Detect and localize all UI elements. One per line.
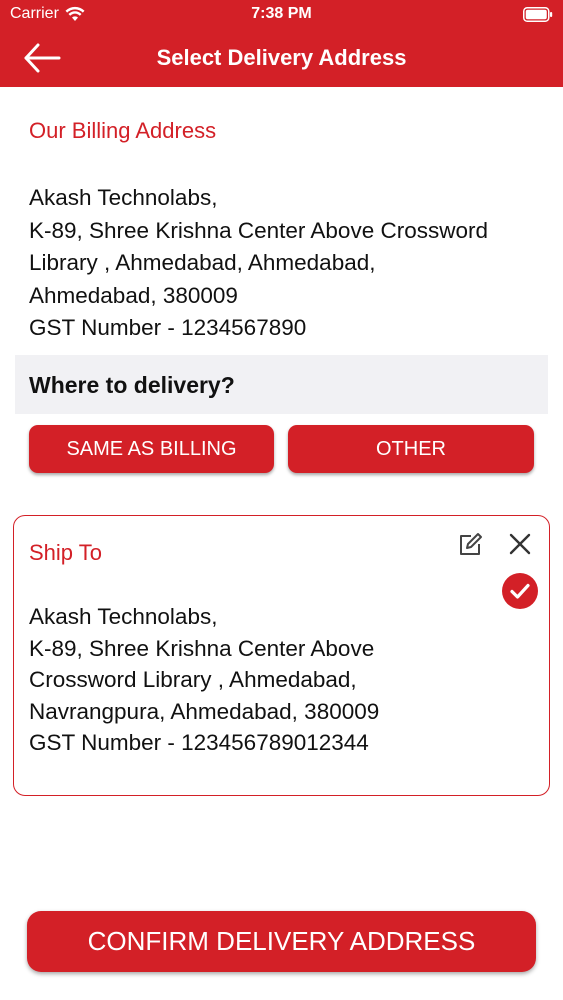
confirm-delivery-address-button[interactable]: CONFIRM DELIVERY ADDRESS <box>27 911 536 972</box>
delivery-question: Where to delivery? <box>29 372 235 398</box>
delivery-question-band: Where to delivery? <box>15 355 548 414</box>
billing-line: Ahmedabad, 380009 <box>29 282 238 308</box>
close-icon <box>509 533 531 555</box>
other-address-button[interactable]: OTHER <box>288 425 534 473</box>
billing-address: Akash Technolabs, K-89, Shree Krishna Ce… <box>29 182 544 345</box>
billing-line: Akash Technolabs, <box>29 185 218 210</box>
ship-line: Crossword Library , Ahmedabad, <box>29 667 357 692</box>
ship-to-card[interactable]: Ship To Akash Technolabs, K-89, Shree Kr… <box>13 515 550 796</box>
billing-line: K-89, Shree Krishna Center Above Crosswo… <box>29 217 488 243</box>
battery-icon <box>523 7 553 27</box>
ship-line: K-89, Shree Krishna Center Above <box>29 635 375 661</box>
same-as-billing-button[interactable]: SAME AS BILLING <box>29 425 274 473</box>
clock: 7:38 PM <box>251 5 312 22</box>
edit-icon <box>460 533 482 555</box>
ship-to-address: Akash Technolabs, K-89, Shree Krishna Ce… <box>29 601 499 759</box>
billing-heading: Our Billing Address <box>29 118 217 143</box>
status-bar: Carrier 7:38 PM <box>0 0 563 30</box>
ship-to-heading: Ship To <box>29 540 102 565</box>
selected-check-button[interactable] <box>502 573 538 609</box>
navigation-bar: Select Delivery Address <box>0 30 563 87</box>
ship-line: Navrangpura, Ahmedabad, 380009 <box>29 698 380 724</box>
page-title: Select Delivery Address <box>156 45 407 70</box>
billing-line: Library , Ahmedabad, Ahmedabad, <box>29 250 376 275</box>
billing-gst: GST Number - 1234567890 <box>29 315 307 340</box>
ship-gst: GST Number - 123456789012344 <box>29 730 369 755</box>
ship-line: Akash Technolabs, <box>29 604 218 629</box>
remove-address-button[interactable] <box>507 531 533 557</box>
edit-address-button[interactable] <box>457 532 483 558</box>
check-circle-icon <box>510 583 530 599</box>
